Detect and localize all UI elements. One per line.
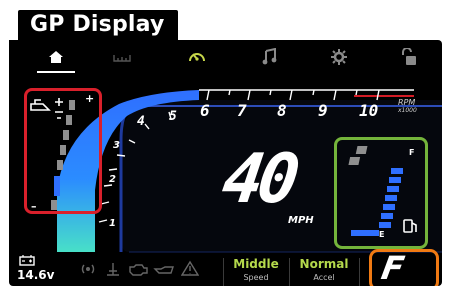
rpm-label-3: 3	[113, 140, 120, 151]
rpm-label-2: 2	[109, 174, 116, 185]
rpm-unit: RPM	[398, 98, 416, 107]
rpm-label-9: 9	[318, 101, 328, 120]
rpm-label-6: 6	[200, 101, 210, 120]
rpm-multiplier: x1000	[398, 107, 417, 114]
separator	[289, 258, 290, 286]
rpm-label-1: 1	[109, 218, 116, 229]
gear-highlight-box	[369, 249, 439, 286]
engine-icon	[129, 264, 148, 276]
battery-icon	[19, 255, 35, 266]
oil-icon	[153, 266, 174, 274]
signal-icon	[81, 264, 95, 274]
separator	[223, 258, 224, 286]
trim-highlight-box	[24, 88, 102, 214]
anchor-icon	[107, 263, 119, 276]
battery-voltage: 14.6v	[17, 268, 55, 282]
accel-mode-label: Accel	[313, 273, 335, 282]
separator	[359, 258, 360, 286]
display-screen: + – 1 2 3 4 5 6 7 8 9 10 RPM x1000 40 MP…	[9, 40, 442, 286]
rpm-label-5: 5	[169, 109, 177, 124]
rpm-label-4: 4	[137, 114, 145, 129]
rpm-label-7: 7	[237, 101, 247, 120]
speed-mode-value[interactable]: Middle	[231, 257, 281, 271]
speed-value: 40	[217, 140, 299, 219]
warning-icon	[181, 260, 199, 276]
rpm-label-10: 10	[359, 101, 379, 120]
rpm-label-8: 8	[277, 101, 287, 120]
page-title: GP Display	[30, 12, 165, 37]
fuel-highlight-box	[334, 137, 428, 249]
accel-mode-value[interactable]: Normal	[297, 257, 351, 271]
speed-mode-label: Speed	[243, 273, 269, 282]
speed-unit: MPH	[288, 215, 314, 226]
